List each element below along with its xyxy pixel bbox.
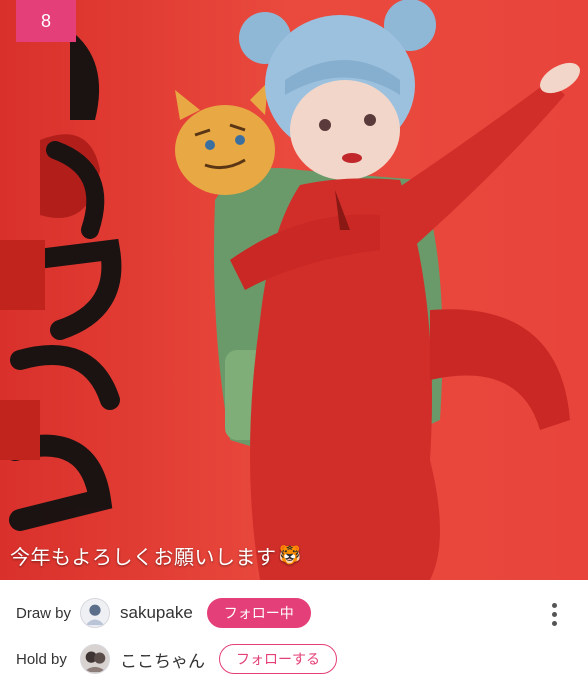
artwork-image[interactable]: 8 今年もよろしくお願いします 🐯 xyxy=(0,0,588,580)
follow-button[interactable]: フォローする xyxy=(219,644,337,674)
holder-name[interactable]: ここちゃん xyxy=(120,647,205,672)
more-dot xyxy=(551,602,557,608)
tiger-emoji-icon: 🐯 xyxy=(278,544,302,565)
more-dot xyxy=(551,611,557,617)
user-avatar-icon xyxy=(81,645,109,673)
artwork-caption: 今年もよろしくお願いします 🐯 xyxy=(10,538,301,572)
draw-by-label: Draw by xyxy=(16,604,72,622)
caption-text: 今年もよろしくお願いします xyxy=(10,546,277,569)
drawer-name[interactable]: sakupake xyxy=(120,603,193,623)
more-options-icon[interactable] xyxy=(540,598,568,630)
hold-by-label: Hold by xyxy=(16,650,67,668)
user-avatar-icon xyxy=(81,599,109,627)
hold-by-row: Hold by ここちゃん フォローする xyxy=(16,641,337,677)
following-button[interactable]: フォロー中 xyxy=(206,598,311,628)
image-index-badge: 8 xyxy=(16,0,76,42)
draw-by-row: Draw by sakupake フォロー中 xyxy=(16,595,311,631)
artwork-illustration xyxy=(0,0,588,580)
holder-avatar[interactable] xyxy=(80,644,110,674)
drawer-avatar[interactable] xyxy=(80,598,110,628)
more-dot xyxy=(551,620,557,626)
